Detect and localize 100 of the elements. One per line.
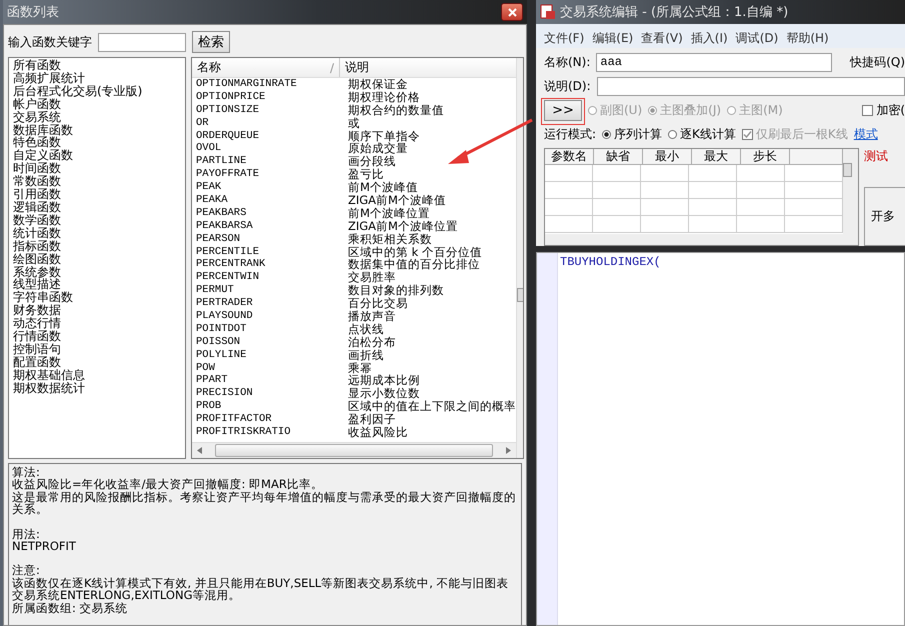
run-mode-radio[interactable]: 序列计算 xyxy=(602,126,662,142)
category-item[interactable]: 数学函数 xyxy=(13,214,181,227)
close-button[interactable] xyxy=(501,3,523,21)
scrollbar-thumb[interactable] xyxy=(215,444,493,457)
function-description: 顺序下单指令 xyxy=(347,130,421,142)
column-header[interactable]: 步长 xyxy=(741,149,790,165)
category-item[interactable]: 配置函数 xyxy=(13,356,181,369)
table-cell[interactable] xyxy=(737,216,785,233)
run-mode-radio[interactable]: 逐K线计算 xyxy=(668,126,736,142)
table-cell[interactable] xyxy=(641,165,689,182)
table-cell[interactable] xyxy=(641,216,689,233)
test-status-text: 测试 xyxy=(864,148,889,165)
function-name: PERMUT xyxy=(195,284,235,298)
column-header[interactable]: 最小 xyxy=(643,149,692,165)
category-item[interactable]: 特色函数 xyxy=(13,136,181,150)
table-cell[interactable] xyxy=(689,199,737,216)
checkmark-icon xyxy=(742,130,752,138)
category-item[interactable]: 期权基础信息 xyxy=(13,368,181,382)
search-button[interactable]: 检索 xyxy=(192,31,230,53)
vertical-scrollbar[interactable] xyxy=(843,149,858,245)
category-item[interactable]: 统计函数 xyxy=(13,226,181,240)
category-item[interactable]: 财务数据 xyxy=(13,304,181,318)
function-name: PROFITFACTOR xyxy=(195,413,273,426)
category-item[interactable]: 自定义函数 xyxy=(13,149,181,162)
function-name: PEARSON xyxy=(195,232,242,246)
table-cell[interactable] xyxy=(545,199,593,216)
menu-item[interactable]: 插入(I) xyxy=(690,30,728,46)
menu-item[interactable]: 编辑(E) xyxy=(592,30,634,46)
function-name: PEAK xyxy=(195,181,222,194)
column-header[interactable]: 参数名 xyxy=(545,149,594,165)
category-item[interactable]: 帐户函数 xyxy=(13,98,181,111)
horizontal-scrollbar[interactable] xyxy=(192,442,516,458)
search-field[interactable] xyxy=(98,32,186,52)
description-field[interactable] xyxy=(596,76,905,96)
menu-item[interactable]: 帮助(H) xyxy=(786,30,829,46)
category-item[interactable]: 高频扩展统计 xyxy=(13,72,181,85)
function-description: ZIGA前M个波峰位置 xyxy=(347,220,459,233)
menu-item[interactable]: 查看(V) xyxy=(641,30,683,46)
encrypt-checkbox[interactable]: 加密( xyxy=(862,102,905,118)
category-item[interactable]: 引用函数 xyxy=(13,188,181,201)
category-item[interactable]: 绘图函数 xyxy=(13,252,181,266)
category-item[interactable]: 交易系统 xyxy=(13,110,181,124)
category-item[interactable]: 常数函数 xyxy=(13,175,181,188)
table-cell[interactable] xyxy=(593,216,641,233)
function-description: 盈亏比 xyxy=(347,168,385,182)
table-cell[interactable] xyxy=(689,165,737,182)
category-item[interactable]: 线型描述 xyxy=(13,278,181,292)
name-field[interactable]: aaa xyxy=(596,52,832,72)
table-cell[interactable] xyxy=(737,165,785,182)
scroll-right-icon[interactable] xyxy=(506,447,511,454)
code-editor[interactable]: TBUYHOLDINGEX( xyxy=(536,252,905,626)
expand-button[interactable]: >> xyxy=(544,100,582,120)
category-item[interactable]: 行情函数 xyxy=(13,330,181,343)
vertical-scrollbar[interactable] xyxy=(516,58,523,458)
table-cell[interactable] xyxy=(593,165,641,182)
category-item[interactable]: 所有函数 xyxy=(13,59,181,72)
search-label: 输入函数关键字 xyxy=(8,34,92,50)
table-cell[interactable] xyxy=(689,182,737,199)
column-header[interactable]: 名称 / xyxy=(192,58,340,77)
horizontal-scrollbar[interactable] xyxy=(545,234,843,245)
function-description: 原始成交量 xyxy=(347,142,408,156)
category-item[interactable]: 数据库函数 xyxy=(13,124,181,136)
category-item[interactable]: 系统参数 xyxy=(13,266,181,278)
function-description: 期权理论价格 xyxy=(347,90,421,104)
table-cell[interactable] xyxy=(593,199,641,216)
mode-link[interactable]: 模式 xyxy=(854,126,878,142)
category-item[interactable]: 控制语句 xyxy=(13,342,181,356)
table-cell[interactable] xyxy=(545,165,593,182)
function-description: 画分段线 xyxy=(347,155,397,168)
category-item[interactable]: 期权数据统计 xyxy=(13,382,181,395)
table-cell[interactable] xyxy=(689,216,737,233)
function-description: 远期成本比例 xyxy=(347,374,421,388)
function-name: PERTRADER xyxy=(195,297,254,310)
scroll-left-icon[interactable] xyxy=(197,447,202,454)
highlight-box xyxy=(541,98,585,125)
category-item[interactable]: 动态行情 xyxy=(13,317,181,330)
menu-item[interactable]: 调试(D) xyxy=(736,30,778,46)
help-text: NETPROFIT xyxy=(12,540,77,552)
table-cell[interactable] xyxy=(545,182,593,199)
column-header[interactable]: 说明 xyxy=(340,58,516,77)
column-header[interactable]: 缺省 xyxy=(594,149,643,165)
category-item[interactable]: 字符串函数 xyxy=(13,291,181,304)
function-name: POISSON xyxy=(195,336,242,349)
menu-item[interactable]: 文件(F) xyxy=(544,30,584,46)
section-heading: 注意: xyxy=(12,564,41,577)
table-cell[interactable] xyxy=(641,182,689,199)
shortcut-label: 快捷码(Q) xyxy=(850,54,905,70)
table-cell[interactable] xyxy=(737,199,785,216)
function-description: 泊松分布 xyxy=(347,336,397,349)
table-cell[interactable] xyxy=(593,182,641,199)
category-item[interactable]: 逻辑函数 xyxy=(13,200,181,214)
table-cell[interactable] xyxy=(641,199,689,216)
category-item[interactable]: 指标函数 xyxy=(13,240,181,253)
table-cell[interactable] xyxy=(545,216,593,233)
table-cell[interactable] xyxy=(737,182,785,199)
category-item[interactable]: 时间函数 xyxy=(13,162,181,176)
function-name: OPTIONMARGINRATE xyxy=(195,78,298,91)
column-header[interactable]: 最大 xyxy=(692,149,741,165)
category-item[interactable]: 后台程式化交易(专业版) xyxy=(13,84,181,98)
function-name: PEAKA xyxy=(195,194,229,207)
